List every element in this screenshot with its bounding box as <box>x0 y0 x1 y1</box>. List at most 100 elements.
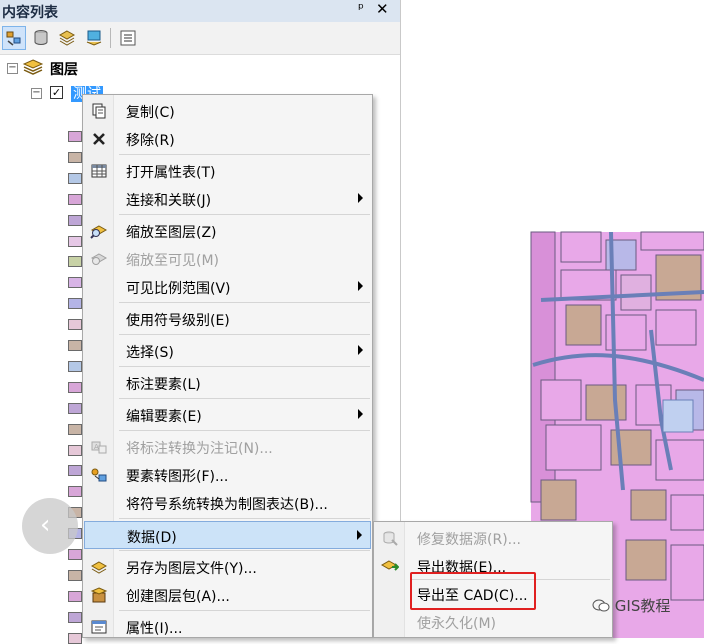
legend-swatch[interactable] <box>68 382 82 393</box>
menu-item-label: 缩放至可见(M) <box>126 253 220 269</box>
menu-item-label: 使用符号级别(E) <box>126 313 230 329</box>
menu-separator <box>119 398 370 399</box>
context-menu-item[interactable]: 编辑要素(E) <box>84 401 371 429</box>
menu-separator <box>119 430 370 431</box>
menu-item-label: 创建图层包(A)... <box>126 589 230 605</box>
context-menu-item[interactable]: 使用符号级别(E) <box>84 305 371 333</box>
legend-swatch[interactable] <box>68 486 82 497</box>
options-list-icon <box>120 30 136 46</box>
legend-swatch[interactable] <box>68 633 82 644</box>
list-by-drawing-order-button[interactable] <box>2 26 26 50</box>
list-by-visibility-button[interactable] <box>55 26 79 50</box>
menu-item-label: 使永久化(M) <box>417 616 497 632</box>
context-menu-item[interactable]: 缩放至图层(Z) <box>84 217 371 245</box>
data-submenu-item: 修复数据源(R)... <box>375 524 611 552</box>
menu-separator <box>119 334 370 335</box>
menu-item-label: 将符号系统转换为制图表达(B)... <box>126 497 328 513</box>
legend-swatch[interactable] <box>68 591 82 602</box>
previous-nav-button[interactable]: ‹ <box>22 498 78 554</box>
panel-title-bar: 内容列表 ᵖ ✕ <box>0 0 400 22</box>
context-menu-item[interactable]: 创建图层包(A)... <box>84 581 371 609</box>
context-menu-item: A 将标注转换为注记(N)... <box>84 433 371 461</box>
legend-swatch[interactable] <box>68 215 82 226</box>
toolbar-separator <box>110 28 111 48</box>
list-by-selection-button[interactable] <box>82 26 106 50</box>
copy-icon <box>90 102 108 120</box>
menu-item-label: 缩放至图层(Z) <box>126 225 217 241</box>
features-to-graphics-icon <box>90 466 108 484</box>
layer-context-menu: 复制(C) 移除(R) 打开属性表(T) 连接和关联(J) 缩放至图层(Z) 缩放至可见(… <box>82 94 373 638</box>
legend-swatch[interactable] <box>68 173 82 184</box>
legend-swatch[interactable] <box>68 465 82 476</box>
menu-separator <box>119 154 370 155</box>
context-menu-item[interactable]: 复制(C) <box>84 97 371 125</box>
collapse-root-toggle[interactable]: − <box>7 63 18 74</box>
pin-icon[interactable]: ᵖ <box>358 1 364 17</box>
context-menu-item[interactable]: 标注要素(L) <box>84 369 371 397</box>
legend-swatch[interactable] <box>68 361 82 372</box>
menu-item-label: 标注要素(L) <box>126 377 201 393</box>
menu-item-label: 数据(D) <box>127 530 177 546</box>
panel-title: 内容列表 <box>2 5 58 21</box>
menu-item-label: 连接和关联(J) <box>126 193 212 209</box>
legend-swatch[interactable] <box>68 236 82 247</box>
legend-swatch[interactable] <box>68 152 82 163</box>
layers-icon <box>58 30 76 46</box>
layer-package-icon <box>90 586 108 604</box>
collapse-layer-toggle[interactable]: − <box>31 88 42 99</box>
context-menu-item[interactable]: 另存为图层文件(Y)... <box>84 553 371 581</box>
save-layer-icon <box>90 558 108 576</box>
submenu-arrow-icon <box>357 530 362 540</box>
legend-swatch[interactable] <box>68 131 82 142</box>
legend-swatch[interactable] <box>68 445 82 456</box>
legend-swatch[interactable] <box>68 612 82 623</box>
options-button[interactable] <box>116 26 140 50</box>
zoom-to-layer-icon <box>90 222 108 240</box>
menu-item-label: 打开属性表(T) <box>126 165 216 181</box>
list-by-source-button[interactable] <box>29 26 53 50</box>
context-menu-item[interactable]: 选择(S) <box>84 337 371 365</box>
menu-item-label: 将标注转换为注记(N)... <box>126 441 273 457</box>
layers-root-icon <box>22 58 44 82</box>
legend-swatch[interactable] <box>68 277 82 288</box>
layers-root-label: 图层 <box>50 62 78 78</box>
menu-item-label: 复制(C) <box>126 105 175 121</box>
database-icon <box>34 30 48 45</box>
table-icon <box>90 162 108 180</box>
menu-item-label: 要素转图形(F)... <box>126 469 229 485</box>
legend-swatch[interactable] <box>68 194 82 205</box>
layer-visibility-checkbox[interactable]: ✓ <box>50 86 63 99</box>
context-menu-item[interactable]: 打开属性表(T) <box>84 157 371 185</box>
legend-swatch[interactable] <box>68 403 82 414</box>
close-icon[interactable]: ✕ <box>376 0 389 18</box>
submenu-arrow-icon <box>358 345 363 355</box>
legend-swatch[interactable] <box>68 570 82 581</box>
watermark-text: GIS教程 <box>614 597 671 615</box>
menu-item-label: 修复数据源(R)... <box>417 532 522 548</box>
context-menu-item[interactable]: 可见比例范围(V) <box>84 273 371 301</box>
legend-swatch[interactable] <box>68 424 82 435</box>
svg-text:A: A <box>94 443 99 451</box>
context-menu-item[interactable]: 属性(I)... <box>84 613 371 641</box>
context-menu-item[interactable]: 数据(D) <box>84 521 371 549</box>
menu-item-label: 编辑要素(E) <box>126 409 202 425</box>
export-to-cad-callout <box>410 572 536 610</box>
legend-swatch[interactable] <box>68 340 82 351</box>
context-menu-item[interactable]: 连接和关联(J) <box>84 185 371 213</box>
menu-separator <box>119 214 370 215</box>
submenu-arrow-icon <box>358 409 363 419</box>
legend-swatch[interactable] <box>68 298 82 309</box>
menu-separator <box>119 550 370 551</box>
context-menu-item[interactable]: 将符号系统转换为制图表达(B)... <box>84 489 371 517</box>
context-menu-item: 缩放至可见(M) <box>84 245 371 273</box>
legend-swatch[interactable] <box>68 256 82 267</box>
context-menu-item[interactable]: 要素转图形(F)... <box>84 461 371 489</box>
menu-separator <box>119 610 370 611</box>
legend-swatch[interactable] <box>68 549 82 560</box>
remove-icon <box>90 130 108 148</box>
context-menu-item[interactable]: 移除(R) <box>84 125 371 153</box>
legend-swatch[interactable] <box>68 319 82 330</box>
watermark: GIS教程 <box>592 595 670 616</box>
selection-layers-icon <box>86 30 102 46</box>
convert-labels-icon: A <box>90 438 108 456</box>
